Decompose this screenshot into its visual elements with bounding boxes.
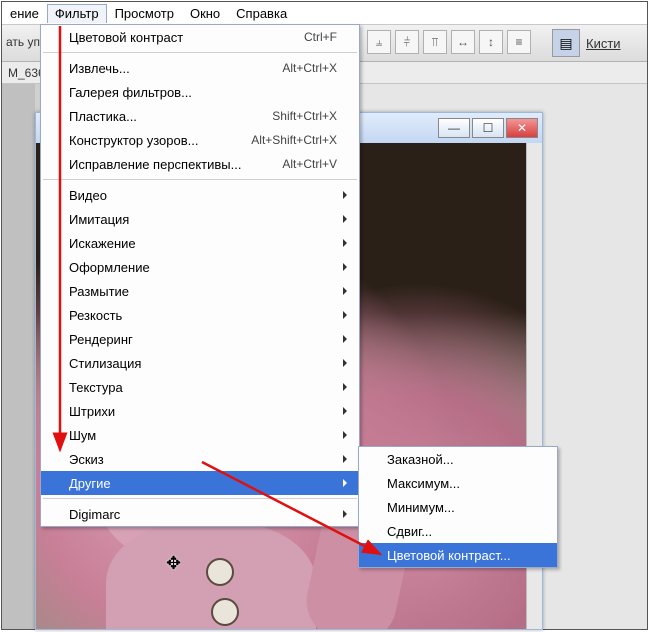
mi-sketch[interactable]: Эскиз bbox=[41, 447, 359, 471]
mi-brush-strokes[interactable]: Штрихи bbox=[41, 399, 359, 423]
mi-digimarc[interactable]: Digimarc bbox=[41, 502, 359, 526]
mi-offset[interactable]: Сдвиг... bbox=[359, 519, 557, 543]
mi-texture[interactable]: Текстура bbox=[41, 375, 359, 399]
options-fragment: ать уп bbox=[6, 35, 40, 49]
mi-filter-gallery[interactable]: Галерея фильтров... bbox=[41, 80, 359, 104]
mi-vanishing-point[interactable]: Исправление перспективы... Alt+Ctrl+V bbox=[41, 152, 359, 176]
brushes-label: Кисти bbox=[586, 36, 621, 51]
menu-help[interactable]: Справка bbox=[228, 4, 295, 23]
mi-distort[interactable]: Искажение bbox=[41, 231, 359, 255]
palette-icon: ▤ bbox=[552, 29, 580, 57]
distribute-space-icon[interactable]: ≡ bbox=[507, 30, 531, 54]
brushes-palette-toggle[interactable]: ▤ Кисти bbox=[552, 29, 621, 57]
close-button[interactable]: ✕ bbox=[506, 118, 538, 138]
mi-extract[interactable]: Извлечь... Alt+Ctrl+X bbox=[41, 56, 359, 80]
mi-high-pass[interactable]: Цветовой контраст... bbox=[359, 543, 557, 567]
maximize-button[interactable]: ☐ bbox=[472, 118, 504, 138]
align-tools-group: ⫨ ⫩ ⫪ ↔ ↕ ≡ bbox=[367, 30, 531, 54]
mi-liquify[interactable]: Пластика... Shift+Ctrl+X bbox=[41, 104, 359, 128]
mi-pattern-maker[interactable]: Конструктор узоров... Alt+Shift+Ctrl+X bbox=[41, 128, 359, 152]
mi-noise[interactable]: Шум bbox=[41, 423, 359, 447]
mi-pixelate[interactable]: Оформление bbox=[41, 255, 359, 279]
mi-maximum[interactable]: Максимум... bbox=[359, 471, 557, 495]
mi-custom[interactable]: Заказной... bbox=[359, 447, 557, 471]
menu-filter[interactable]: Фильтр bbox=[47, 4, 107, 23]
menu-window[interactable]: Окно bbox=[182, 4, 228, 23]
minimize-button[interactable]: — bbox=[438, 118, 470, 138]
other-submenu: Заказной... Максимум... Минимум... Сдвиг… bbox=[358, 446, 558, 568]
distribute-v-icon[interactable]: ↕ bbox=[479, 30, 503, 54]
mi-last-filter[interactable]: Цветовой контраст Ctrl+F bbox=[41, 25, 359, 49]
mi-other[interactable]: Другие bbox=[41, 471, 359, 495]
menu-view[interactable]: Просмотр bbox=[107, 4, 182, 23]
align-middle-icon[interactable]: ⫩ bbox=[395, 30, 419, 54]
mi-artistic[interactable]: Имитация bbox=[41, 207, 359, 231]
mi-minimum[interactable]: Минимум... bbox=[359, 495, 557, 519]
align-bottom-icon[interactable]: ⫪ bbox=[423, 30, 447, 54]
mi-stylize[interactable]: Стилизация bbox=[41, 351, 359, 375]
align-top-icon[interactable]: ⫨ bbox=[367, 30, 391, 54]
menubar: ение Фильтр Просмотр Окно Справка bbox=[2, 2, 647, 24]
mi-blur[interactable]: Размытие bbox=[41, 279, 359, 303]
mi-sharpen[interactable]: Резкость bbox=[41, 303, 359, 327]
mi-video[interactable]: Видео bbox=[41, 183, 359, 207]
mi-render[interactable]: Рендеринг bbox=[41, 327, 359, 351]
distribute-h-icon[interactable]: ↔ bbox=[451, 30, 475, 54]
menu-image-truncated[interactable]: ение bbox=[2, 4, 47, 23]
filter-menu: Цветовой контраст Ctrl+F Извлечь... Alt+… bbox=[40, 24, 360, 527]
